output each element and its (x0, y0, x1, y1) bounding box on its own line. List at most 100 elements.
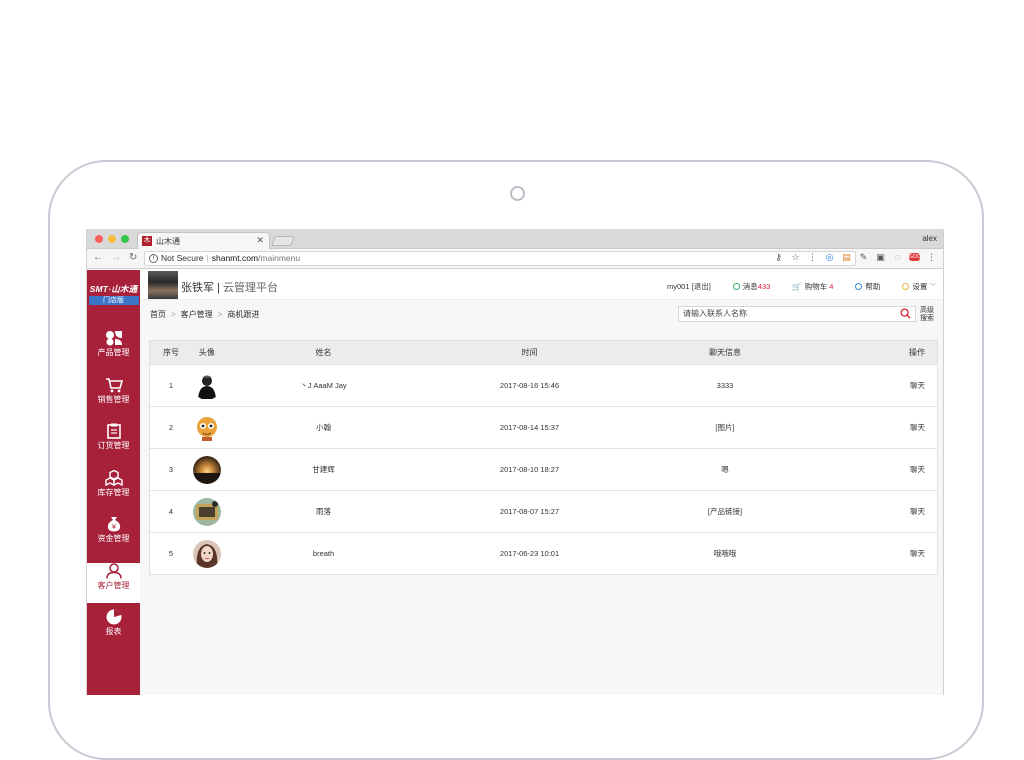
help-label: 帮助 (865, 282, 881, 291)
close-window-button[interactable] (95, 235, 103, 243)
row-message: 3333 (716, 381, 734, 390)
key-icon[interactable]: ⚷ (773, 251, 784, 263)
advanced-search-line1: 高级 (920, 307, 934, 314)
browser-tab[interactable]: 木 山木通 ✕ (137, 232, 270, 249)
address-bar: ← → ↻ i Not Secure | shanmt.com/mainmenu ⚷ … (87, 249, 943, 269)
maximize-window-button[interactable] (121, 235, 129, 243)
messages-label: 消息 (742, 282, 758, 291)
cart-icon (105, 377, 123, 392)
col-message: 聊天信息 (709, 348, 742, 357)
title-separator: | (217, 282, 220, 294)
new-tab-button[interactable] (271, 236, 295, 246)
page-title: 张铁军 | 云管理平台 (181, 279, 278, 295)
breadcrumb-customers[interactable]: 客户管理 (181, 310, 213, 319)
cart-icon: 🛒 (792, 282, 802, 291)
sidebar-item-customers[interactable]: 客户管理 (87, 562, 140, 603)
sidebar-item-reports[interactable]: 报表 (87, 609, 140, 650)
extension-broadcast-icon[interactable]: ◌ (892, 251, 903, 263)
table-row: 3 甘建辉 2017-08-10 18:27 嗯 聊天 (150, 448, 937, 490)
sidebar-item-label: 产品管理 (97, 348, 130, 357)
extension-dropper-icon[interactable]: ✎ (858, 251, 869, 263)
info-icon[interactable]: i (149, 254, 158, 264)
chevron-down-icon: ﹀ (929, 282, 938, 291)
row-name: 丶J AaaM Jay (300, 381, 347, 390)
row-time: 2017-06-23 10:01 (499, 549, 560, 558)
row-no: 3 (168, 465, 174, 474)
reload-icon[interactable]: ↻ (129, 252, 137, 264)
logout-link[interactable]: [退出] (692, 282, 711, 291)
forward-icon[interactable]: → (111, 252, 121, 264)
search-input[interactable]: 请输入联系人名称 (678, 306, 916, 322)
menu-icon[interactable]: ⋮ (807, 251, 818, 263)
settings-link[interactable]: 设置 ﹀ (902, 281, 937, 292)
extension-blue-icon[interactable]: ◎ (824, 251, 835, 263)
avatar (192, 497, 221, 526)
table-row: 1 丶J AaaM Jay 2017-08-16 15:46 3333 聊天 (150, 364, 937, 406)
help-link[interactable]: 帮助 (855, 281, 880, 292)
chrome-menu-icon[interactable]: ⋮ (926, 251, 937, 263)
row-time: 2017-08-16 15:46 (499, 381, 560, 390)
header-actions: my001 [退出] 消息433 🛒 购物车 4 帮助 设置 ﹀ (667, 281, 937, 292)
user-display-name: 张铁军 (181, 282, 214, 294)
sidebar-item-sales[interactable]: 销售管理 (87, 377, 140, 418)
avatar-cell (190, 455, 224, 484)
minimize-window-button[interactable] (108, 235, 116, 243)
star-icon[interactable]: ☆ (790, 251, 801, 263)
account-info: my001 [退出] (667, 281, 711, 292)
extension-orange-icon[interactable]: ▤ (841, 251, 852, 263)
url-path: /mainmenu (258, 253, 301, 263)
row-name: 小翰 (316, 423, 332, 432)
avatar[interactable] (148, 271, 178, 299)
col-avatar: 头像 (198, 348, 215, 357)
row-no: 4 (168, 507, 174, 516)
extension-image-icon[interactable]: ▣ (875, 251, 886, 263)
breadcrumb: 首页 > 客户管理 > 商机跟进 (150, 309, 259, 320)
chat-button[interactable]: 聊天 (814, 464, 937, 475)
row-name: breath (312, 549, 335, 558)
avatar (192, 413, 221, 442)
sidebar-item-product[interactable]: 产品管理 (87, 330, 140, 371)
toolbar-icons: ⚷ ☆ ⋮ ◎ ▤ ✎ ▣ ◌ GOO ⋮ (773, 251, 937, 263)
sidebar-item-orders[interactable]: 订货管理 (87, 423, 140, 464)
favicon-icon: 木 (142, 236, 152, 246)
back-icon[interactable]: ← (93, 252, 103, 264)
profile-name[interactable]: alex (922, 234, 937, 243)
breadcrumb-home[interactable]: 首页 (150, 310, 166, 319)
tab-title: 山木通 (156, 237, 180, 246)
platform-name: 云管理平台 (222, 282, 278, 294)
extension-badge-icon[interactable]: GOO (909, 253, 921, 261)
advanced-search-button[interactable]: 高级 搜索 (920, 307, 936, 323)
avatar-cell (190, 413, 224, 442)
url-input[interactable]: i Not Secure | shanmt.com/mainmenu (144, 251, 856, 266)
cart-count: 4 (829, 282, 834, 291)
chat-button[interactable]: 聊天 (814, 422, 937, 433)
chat-button[interactable]: 聊天 (814, 548, 937, 559)
settings-icon (902, 283, 910, 290)
messages-link[interactable]: 消息433 (732, 281, 770, 292)
url-separator: | (206, 253, 209, 263)
avatar (192, 455, 221, 484)
pie-chart-icon (106, 609, 121, 625)
tab-bar: 木 山木通 ✕ alex (87, 229, 943, 249)
chat-button[interactable]: 聊天 (814, 380, 937, 391)
table-row: 5 breath 2017-06-23 10:01 哦哦哦 聊天 (150, 532, 937, 574)
close-tab-icon[interactable]: ✕ (256, 235, 264, 246)
sidebar-item-label: 资金管理 (97, 534, 130, 543)
avatar (192, 539, 221, 568)
product-icon (105, 331, 122, 346)
url-host: shanmt.com (211, 253, 259, 263)
top-header: 张铁军 | 云管理平台 my001 [退出] 消息433 🛒 购物车 4 帮助 设… (140, 270, 943, 300)
row-time: 2017-08-07 15:27 (499, 507, 560, 516)
chat-button[interactable]: 聊天 (814, 506, 937, 517)
avatar-cell (190, 539, 224, 568)
help-icon (855, 283, 863, 290)
sidebar-item-inventory[interactable]: 库存管理 (87, 469, 140, 511)
sidebar-item-label: 客户管理 (97, 580, 130, 590)
sidebar-item-funds[interactable]: ¥ 资金管理 (87, 516, 140, 557)
col-action: 操作 (909, 348, 925, 357)
search-icon[interactable] (900, 308, 911, 319)
browser-window: 木 山木通 ✕ alex ← → ↻ i Not Secure | shanmt.co… (86, 229, 944, 695)
chevron-right-icon: > (171, 310, 176, 319)
cart-link[interactable]: 🛒 购物车 4 (792, 281, 833, 292)
app: SMT·山木通 门店版 产品管理 销售管理 订货管理 库存管理 ¥ 资金管理 客… (87, 270, 943, 695)
